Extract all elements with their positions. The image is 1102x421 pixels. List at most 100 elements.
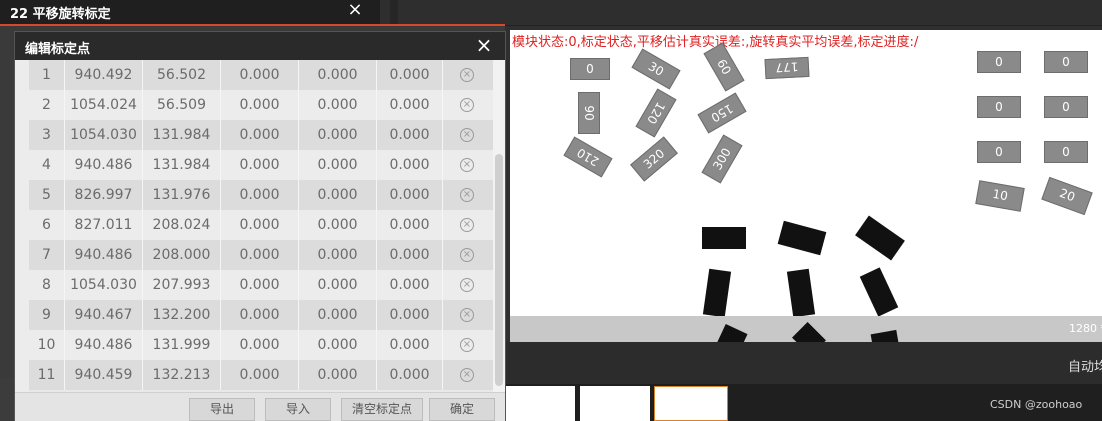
remove-icon[interactable]: × — [460, 338, 474, 352]
x-value[interactable]: 940.486 — [65, 150, 143, 180]
col-a-value[interactable]: 0.000 — [221, 300, 299, 330]
delete-row-cell[interactable]: × — [443, 120, 493, 150]
table-row[interactable]: 8 1054.030 207.993 0.000 0.000 0.000 × — [29, 270, 493, 300]
delete-row-cell[interactable]: × — [443, 240, 493, 270]
col-b-value[interactable]: 0.000 — [299, 300, 377, 330]
delete-row-cell[interactable]: × — [443, 270, 493, 300]
x-value[interactable]: 827.011 — [65, 210, 143, 240]
row-index[interactable]: 7 — [29, 240, 65, 270]
col-c-value[interactable]: 0.000 — [377, 330, 443, 360]
delete-row-cell[interactable]: × — [443, 360, 493, 390]
thumbnail[interactable] — [505, 386, 575, 421]
row-index[interactable]: 10 — [29, 330, 65, 360]
x-value[interactable]: 1054.030 — [65, 270, 143, 300]
delete-row-cell[interactable]: × — [443, 60, 493, 90]
col-b-value[interactable]: 0.000 — [299, 270, 377, 300]
col-b-value[interactable]: 0.000 — [299, 330, 377, 360]
col-c-value[interactable]: 0.000 — [377, 150, 443, 180]
row-index[interactable]: 6 — [29, 210, 65, 240]
remove-icon[interactable]: × — [460, 158, 474, 172]
col-b-value[interactable]: 0.000 — [299, 240, 377, 270]
row-index[interactable]: 9 — [29, 300, 65, 330]
confirm-button[interactable]: 确定 — [429, 398, 495, 421]
row-index[interactable]: 4 — [29, 150, 65, 180]
col-a-value[interactable]: 0.000 — [221, 120, 299, 150]
y-value[interactable]: 131.984 — [143, 150, 221, 180]
table-row[interactable]: 2 1054.024 56.509 0.000 0.000 0.000 × — [29, 90, 493, 120]
col-c-value[interactable]: 0.000 — [377, 60, 443, 90]
row-index[interactable]: 11 — [29, 360, 65, 390]
x-value[interactable]: 1054.030 — [65, 120, 143, 150]
col-b-value[interactable]: 0.000 — [299, 90, 377, 120]
table-row[interactable]: 1 940.492 56.502 0.000 0.000 0.000 × — [29, 60, 493, 90]
table-scrollbar[interactable] — [493, 60, 505, 392]
col-c-value[interactable]: 0.000 — [377, 240, 443, 270]
x-value[interactable]: 826.997 — [65, 180, 143, 210]
thumbnail[interactable] — [580, 386, 650, 421]
x-value[interactable]: 940.492 — [65, 60, 143, 90]
delete-row-cell[interactable]: × — [443, 330, 493, 360]
table-row[interactable]: 5 826.997 131.976 0.000 0.000 0.000 × — [29, 180, 493, 210]
col-a-value[interactable]: 0.000 — [221, 150, 299, 180]
row-index[interactable]: 1 — [29, 60, 65, 90]
import-button[interactable]: 导入 — [265, 398, 331, 421]
y-value[interactable]: 207.993 — [143, 270, 221, 300]
table-row[interactable]: 3 1054.030 131.984 0.000 0.000 0.000 × — [29, 120, 493, 150]
col-a-value[interactable]: 0.000 — [221, 240, 299, 270]
remove-icon[interactable]: × — [460, 188, 474, 202]
remove-icon[interactable]: × — [460, 248, 474, 262]
table-row[interactable]: 6 827.011 208.024 0.000 0.000 0.000 × — [29, 210, 493, 240]
delete-row-cell[interactable]: × — [443, 180, 493, 210]
y-value[interactable]: 208.024 — [143, 210, 221, 240]
col-a-value[interactable]: 0.000 — [221, 330, 299, 360]
scrollbar-thumb[interactable] — [495, 154, 503, 386]
table-row[interactable]: 7 940.486 208.000 0.000 0.000 0.000 × — [29, 240, 493, 270]
remove-icon[interactable]: × — [460, 368, 474, 382]
col-a-value[interactable]: 0.000 — [221, 180, 299, 210]
close-icon[interactable]: × — [473, 34, 495, 56]
auto-label[interactable]: 自动均 — [1068, 356, 1102, 375]
col-b-value[interactable]: 0.000 — [299, 210, 377, 240]
x-value[interactable]: 940.486 — [65, 240, 143, 270]
col-c-value[interactable]: 0.000 — [377, 270, 443, 300]
col-a-value[interactable]: 0.000 — [221, 90, 299, 120]
thumbnail-selected[interactable] — [654, 386, 728, 421]
remove-icon[interactable]: × — [460, 128, 474, 142]
row-index[interactable]: 3 — [29, 120, 65, 150]
y-value[interactable]: 56.502 — [143, 60, 221, 90]
row-index[interactable]: 5 — [29, 180, 65, 210]
y-value[interactable]: 132.200 — [143, 300, 221, 330]
delete-row-cell[interactable]: × — [443, 210, 493, 240]
y-value[interactable]: 131.976 — [143, 180, 221, 210]
remove-icon[interactable]: × — [460, 68, 474, 82]
x-value[interactable]: 940.459 — [65, 360, 143, 390]
col-c-value[interactable]: 0.000 — [377, 180, 443, 210]
remove-icon[interactable]: × — [460, 98, 474, 112]
delete-row-cell[interactable]: × — [443, 300, 493, 330]
col-c-value[interactable]: 0.000 — [377, 360, 443, 390]
y-value[interactable]: 132.213 — [143, 360, 221, 390]
col-a-value[interactable]: 0.000 — [221, 60, 299, 90]
export-button[interactable]: 导出 — [189, 398, 255, 421]
col-b-value[interactable]: 0.000 — [299, 180, 377, 210]
table-row[interactable]: 10 940.486 131.999 0.000 0.000 0.000 × — [29, 330, 493, 360]
y-value[interactable]: 131.984 — [143, 120, 221, 150]
remove-icon[interactable]: × — [460, 308, 474, 322]
col-c-value[interactable]: 0.000 — [377, 120, 443, 150]
table-row[interactable]: 9 940.467 132.200 0.000 0.000 0.000 × — [29, 300, 493, 330]
delete-row-cell[interactable]: × — [443, 90, 493, 120]
col-a-value[interactable]: 0.000 — [221, 360, 299, 390]
table-row[interactable]: 11 940.459 132.213 0.000 0.000 0.000 × — [29, 360, 493, 390]
col-b-value[interactable]: 0.000 — [299, 120, 377, 150]
y-value[interactable]: 131.999 — [143, 330, 221, 360]
x-value[interactable]: 1054.024 — [65, 90, 143, 120]
col-b-value[interactable]: 0.000 — [299, 60, 377, 90]
row-index[interactable]: 8 — [29, 270, 65, 300]
remove-icon[interactable]: × — [460, 278, 474, 292]
close-icon[interactable]: × — [340, 0, 370, 22]
col-a-value[interactable]: 0.000 — [221, 210, 299, 240]
camera-image-view[interactable]: 模块状态:0,标定状态,平移估计真实误差:,旋转真实平均误差,标定进度:/ 0 … — [510, 30, 1102, 342]
col-c-value[interactable]: 0.000 — [377, 90, 443, 120]
clear-points-button[interactable]: 清空标定点 — [341, 398, 423, 421]
table-row[interactable]: 4 940.486 131.984 0.000 0.000 0.000 × — [29, 150, 493, 180]
